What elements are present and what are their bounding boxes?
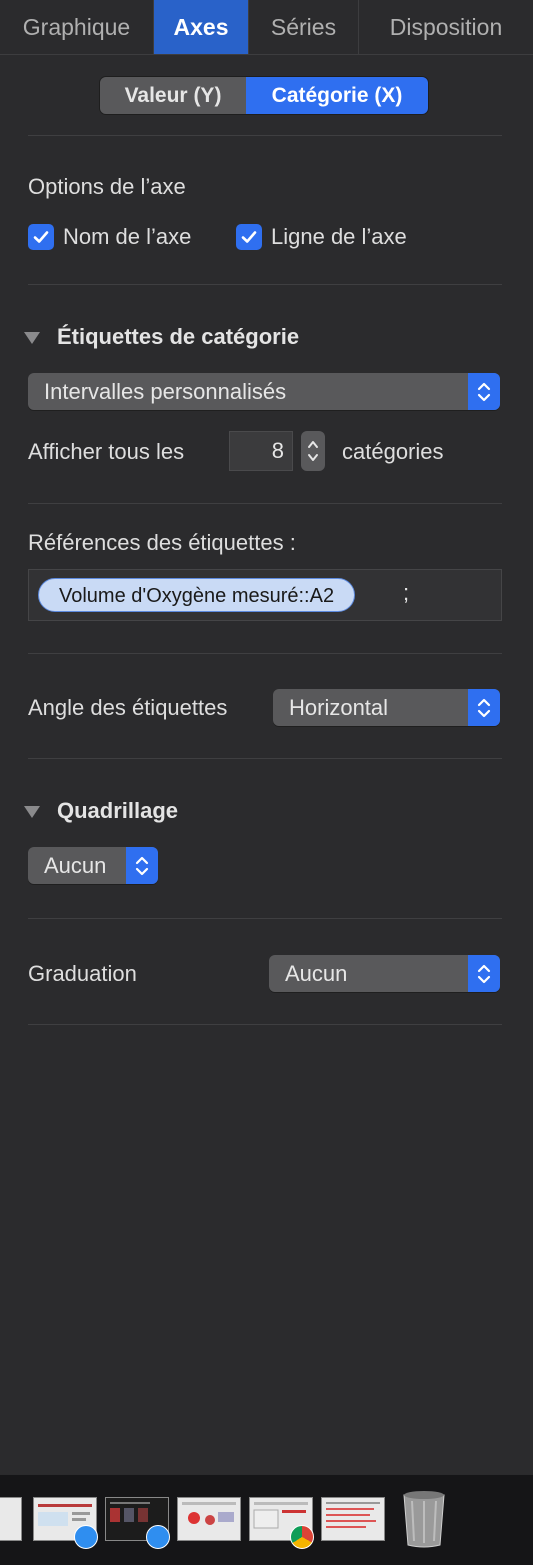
trash-icon[interactable] — [400, 1487, 448, 1549]
tick-marks-popup[interactable]: Aucun — [269, 955, 500, 992]
axis-name-checkbox[interactable] — [28, 224, 54, 250]
updown-chevron-icon — [468, 955, 500, 992]
disclosure-triangle-icon[interactable] — [24, 332, 40, 344]
webpage-preview-icon — [326, 1502, 380, 1528]
tab-axes[interactable]: Axes — [154, 0, 249, 54]
updown-chevron-icon — [468, 689, 500, 726]
checkmark-icon — [33, 231, 49, 243]
updown-chevron-icon — [468, 373, 500, 410]
dock-window-thumbnail[interactable] — [321, 1497, 385, 1541]
divider — [28, 135, 502, 136]
category-labels-heading[interactable]: Étiquettes de catégorie — [57, 324, 299, 350]
axis-segmented-control: Valeur (Y) Catégorie (X) — [100, 77, 428, 114]
label-references-heading: Références des étiquettes : — [28, 530, 296, 555]
chrome-icon — [290, 1525, 314, 1549]
safari-icon — [74, 1525, 98, 1549]
checkmark-icon — [241, 231, 257, 243]
label-angle-popup[interactable]: Horizontal — [273, 689, 500, 726]
label-angle-value: Horizontal — [289, 695, 389, 720]
gridlines-value: Aucun — [44, 853, 107, 878]
divider — [28, 284, 502, 285]
inspector-tabs: Graphique Axes Séries Disposition — [0, 0, 533, 55]
show-every-stepper[interactable] — [301, 431, 325, 471]
disclosure-triangle-icon[interactable] — [24, 806, 40, 818]
interval-mode-value: Intervalles personnalisés — [44, 379, 287, 404]
webpage-preview-icon — [182, 1502, 236, 1525]
updown-chevron-icon — [126, 847, 158, 884]
divider — [28, 758, 502, 759]
stepper-arrows-icon — [308, 441, 318, 461]
axis-line-checkbox[interactable] — [236, 224, 262, 250]
show-every-input[interactable]: 8 — [229, 431, 293, 471]
tick-marks-label: Graduation — [28, 961, 137, 986]
show-every-value: 8 — [271, 438, 284, 463]
reference-token[interactable]: Volume d'Oxygène mesuré::A2 — [38, 578, 356, 612]
gridlines-popup[interactable]: Aucun — [28, 847, 158, 884]
label-angle-label: Angle des étiquettes — [28, 695, 228, 720]
tab-series[interactable]: Séries — [249, 0, 359, 54]
format-inspector-panel: Graphique Axes Séries Disposition Valeur… — [0, 0, 533, 1474]
dock-window-thumbnail[interactable] — [177, 1497, 241, 1541]
interval-mode-popup[interactable]: Intervalles personnalisés — [28, 373, 500, 410]
divider — [28, 653, 502, 654]
divider — [28, 503, 502, 504]
axis-line-label: Ligne de l’axe — [271, 224, 407, 249]
show-every-prefix: Afficher tous les — [28, 439, 185, 464]
axis-name-label: Nom de l’axe — [63, 224, 192, 249]
gridlines-heading[interactable]: Quadrillage — [57, 798, 178, 824]
show-every-suffix: catégories — [342, 439, 444, 464]
dock — [0, 1474, 533, 1565]
safari-icon — [146, 1525, 170, 1549]
label-references-field[interactable]: Volume d'Oxygène mesuré::A2 ; — [28, 569, 502, 621]
tab-chart[interactable]: Graphique — [0, 0, 154, 54]
value-y-segment[interactable]: Valeur (Y) — [100, 77, 246, 114]
divider — [28, 918, 502, 919]
dock-window-thumbnail[interactable] — [0, 1497, 22, 1541]
category-x-segment[interactable]: Catégorie (X) — [246, 77, 428, 114]
axis-options-heading: Options de l’axe — [28, 174, 186, 199]
tab-arrange[interactable]: Disposition — [359, 0, 533, 54]
reference-separator: ; — [403, 580, 410, 605]
divider — [28, 1024, 502, 1025]
tick-marks-value: Aucun — [285, 961, 348, 986]
